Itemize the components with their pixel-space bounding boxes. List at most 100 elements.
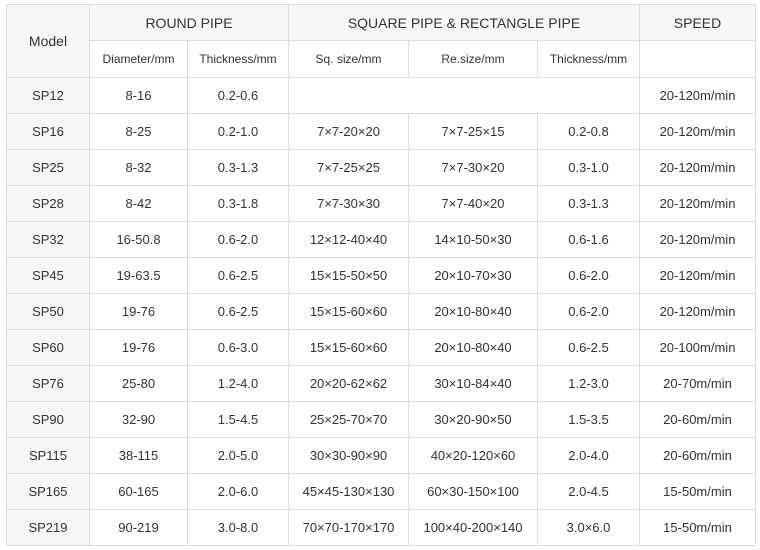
cell-thickness: 0.2-0.6 [187,77,289,114]
cell-thickness-square: 0.6-2.5 [537,329,640,366]
cell-diameter: 16-50.8 [89,221,188,258]
cell-speed: 20-60m/min [639,401,756,438]
table-body: SP12 8-16 0.2-0.6 20-120m/min SP16 8-25 0.2-1.… [6,77,756,546]
cell-diameter: 8-25 [89,113,188,150]
header-speed-blank [639,40,756,78]
cell-re-size: 7×7-30×20 [408,149,538,186]
cell-diameter: 19-76 [89,293,188,330]
cell-speed: 20-120m/min [639,257,756,294]
cell-thickness: 0.6-2.5 [187,293,289,330]
cell-model: SP219 [6,509,90,546]
cell-thickness: 0.6-2.0 [187,221,289,258]
cell-speed: 20-120m/min [639,185,756,222]
header-row-2: Diameter/mm Thickness/mm Sq. size/mm Re.… [7,40,756,78]
cell-re-size: 20×10-80×40 [408,293,538,330]
cell-model: SP45 [6,257,90,294]
cell-speed: 15-50m/min [639,509,756,546]
cell-re-size: 30×20-90×50 [408,401,538,438]
cell-diameter: 25-80 [89,365,188,402]
cell-thickness-square: 0.2-0.8 [537,113,640,150]
header-sq-size: Sq. size/mm [288,40,409,78]
table-row: SP115 38-115 2.0-5.0 30×30-90×90 40×20-120×6… [6,437,756,474]
cell-thickness-square: 0.6-1.6 [537,221,640,258]
header-round-pipe: ROUND PIPE [89,4,289,41]
table-row: SP90 32-90 1.5-4.5 25×25-70×70 30×20-90×50 1.… [6,401,756,438]
cell-thickness-square: 1.2-3.0 [537,365,640,402]
cell-diameter: 8-16 [89,77,188,114]
cell-sq-size: 70×70-170×170 [288,509,409,546]
cell-model: SP50 [6,293,90,330]
cell-thickness-square: 0.6-2.0 [537,293,640,330]
cell-thickness: 1.5-4.5 [187,401,289,438]
cell-thickness: 0.6-2.5 [187,257,289,294]
cell-model: SP60 [6,329,90,366]
cell-model: SP25 [6,149,90,186]
cell-thickness-square: 2.0-4.0 [537,437,640,474]
cell-diameter: 8-42 [89,185,188,222]
cell-thickness-square: 0.3-1.3 [537,185,640,222]
cell-diameter: 19-63.5 [89,257,188,294]
table-row: SP60 19-76 0.6-3.0 15×15-60×60 20×10-80×40 0.… [6,329,756,366]
cell-model: SP76 [6,365,90,402]
table-row: SP165 60-165 2.0-6.0 45×45-130×130 60×30-150… [6,473,756,510]
cell-speed: 20-100m/min [639,329,756,366]
cell-speed: 20-120m/min [639,221,756,258]
cell-diameter: 60-165 [89,473,188,510]
cell-diameter: 32-90 [89,401,188,438]
table-row: SP28 8-42 0.3-1.8 7×7-30×30 7×7-40×20 0.3-1.3… [6,185,756,222]
table-row: SP76 25-80 1.2-4.0 20×20-62×62 30×10-84×40 1.… [6,365,756,402]
cell-sq-size: 15×15-60×60 [288,293,409,330]
table-row: SP32 16-50.8 0.6-2.0 12×12-40×40 14×10-50×30… [6,221,756,258]
cell-sq-size: 30×30-90×90 [288,437,409,474]
cell-re-size: 7×7-25×15 [408,113,538,150]
cell-thickness: 0.6-3.0 [187,329,289,366]
cell-re-size: 60×30-150×100 [408,473,538,510]
cell-re-size: 100×40-200×140 [408,509,538,546]
cell-speed: 20-70m/min [639,365,756,402]
cell-sq-size: 15×15-50×50 [288,257,409,294]
cell-sq-size: 25×25-70×70 [288,401,409,438]
table-row: SP25 8-32 0.3-1.3 7×7-25×25 7×7-30×20 0.3-1.0… [6,149,756,186]
header-speed: SPEED [639,4,756,41]
cell-sq-size: 20×20-62×62 [288,365,409,402]
cell-thickness: 0.3-1.3 [187,149,289,186]
header-thickness: Thickness/mm [187,40,289,78]
cell-thickness: 1.2-4.0 [187,365,289,402]
cell-sq-size: 7×7-25×25 [288,149,409,186]
cell-thickness: 0.3-1.8 [187,185,289,222]
header-row-1: Model ROUND PIPE SQUARE PIPE & RECTANGLE… [6,4,756,78]
cell-thickness: 0.2-1.0 [187,113,289,150]
cell-sq-size: 7×7-30×30 [288,185,409,222]
table-row: SP12 8-16 0.2-0.6 20-120m/min [6,77,756,114]
cell-re-size: 30×10-84×40 [408,365,538,402]
cell-sq-size: 45×45-130×130 [288,473,409,510]
cell-re-size: 14×10-50×30 [408,221,538,258]
table-row: SP16 8-25 0.2-1.0 7×7-20×20 7×7-25×15 0.2-0.8… [6,113,756,150]
cell-sq-size: 7×7-20×20 [288,113,409,150]
cell-model: SP32 [6,221,90,258]
table-row: SP219 90-219 3.0-8.0 70×70-170×170 100×40-20… [6,509,756,546]
cell-speed: 20-120m/min [639,149,756,186]
cell-diameter: 90-219 [89,509,188,546]
cell-speed: 20-120m/min [639,293,756,330]
cell-re-size: 20×10-70×30 [408,257,538,294]
cell-thickness: 2.0-6.0 [187,473,289,510]
cell-diameter: 38-115 [89,437,188,474]
cell-model: SP165 [6,473,90,510]
cell-model: SP115 [6,437,90,474]
cell-re-size: 40×20-120×60 [408,437,538,474]
cell-thickness-square: 1.5-3.5 [537,401,640,438]
cell-model: SP16 [6,113,90,150]
table-row: SP45 19-63.5 0.6-2.5 15×15-50×50 20×10-70×30… [6,257,756,294]
spec-table-container: Model ROUND PIPE SQUARE PIPE & RECTANGLE… [6,4,756,546]
header-square-pipe: SQUARE PIPE & RECTANGLE PIPE [288,4,640,41]
cell-thickness-square: 2.0-4.5 [537,473,640,510]
cell-model: SP28 [6,185,90,222]
header-diameter: Diameter/mm [89,40,188,78]
table-row: SP50 19-76 0.6-2.5 15×15-60×60 20×10-80×40 0.… [6,293,756,330]
cell-sq-size: 15×15-60×60 [288,329,409,366]
cell-sq-size: 12×12-40×40 [288,221,409,258]
cell-diameter: 8-32 [89,149,188,186]
cell-model: SP12 [6,77,90,114]
cell-square-empty [288,77,640,114]
